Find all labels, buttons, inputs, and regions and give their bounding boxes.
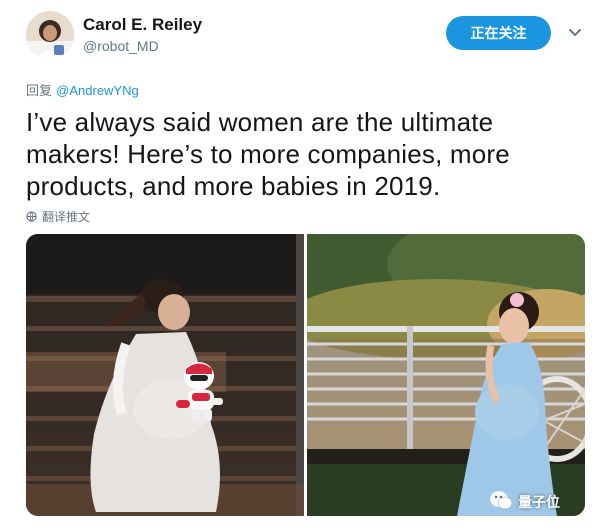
reply-prefix: 回复: [26, 84, 53, 99]
watermark-label: 量子位: [518, 495, 560, 511]
tweet-line: makers! Here’s to more companies, more: [26, 139, 510, 169]
tweet-text: I’ve always said women are the ultimate …: [26, 106, 586, 202]
chevron-down-icon[interactable]: [568, 26, 582, 40]
reply-context: 回复 @AndrewYNg: [26, 80, 139, 99]
photo-pregnant-woman-with-robot[interactable]: [26, 234, 304, 516]
globe-icon: [26, 211, 37, 222]
avatar[interactable]: [26, 11, 74, 59]
media-grid: [26, 234, 585, 516]
avatar-photo: [26, 11, 74, 59]
photo-pregnant-woman-outdoor[interactable]: [307, 234, 585, 516]
author-name[interactable]: Carol E. Reiley: [83, 15, 202, 35]
reply-mention-link[interactable]: @AndrewYNg: [56, 83, 139, 98]
tweet-line: products, and more babies in 2019.: [26, 171, 441, 201]
wechat-icon: [490, 491, 513, 510]
translate-tweet-link[interactable]: 翻译推文: [26, 208, 90, 225]
author-handle[interactable]: @robot_MD: [83, 38, 159, 54]
tweet-line: I’ve always said women are the ultimate: [26, 107, 494, 137]
translate-label: 翻译推文: [42, 210, 91, 224]
following-button[interactable]: 正在关注: [446, 16, 551, 50]
